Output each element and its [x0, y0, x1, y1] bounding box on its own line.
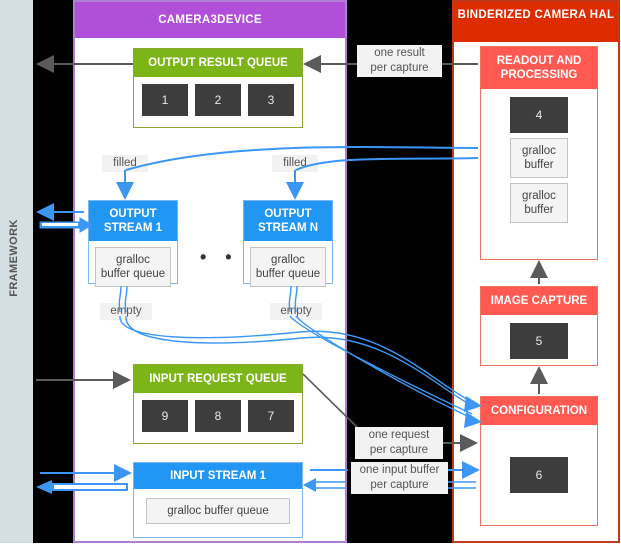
- input-stream-1-gralloc-queue: gralloc buffer queue: [146, 498, 290, 524]
- output-result-queue-chips: 1 2 3: [142, 84, 294, 116]
- readout-gralloc-buffer-1: gralloc buffer: [510, 138, 568, 178]
- readout-and-processing-title: READOUT AND PROCESSING: [481, 47, 597, 89]
- one-input-buffer-line1: one input buffer: [359, 464, 440, 476]
- output-stream-n-gralloc-queue: gralloc buffer queue: [250, 247, 326, 287]
- label-filled-stream1: filled: [102, 155, 148, 172]
- image-capture-chip: 5: [510, 323, 568, 359]
- one-input-buffer-line2: per capture: [370, 479, 429, 491]
- readout-title-line1: READOUT AND: [496, 55, 582, 67]
- readout-chip: 4: [510, 97, 568, 133]
- label-empty-stream1: empty: [100, 303, 152, 320]
- camera3device-header: CAMERA3DEVICE: [75, 2, 345, 38]
- output-stream-n-title-line2: STREAM N: [257, 222, 319, 234]
- input-request-queue-box[interactable]: INPUT REQUEST QUEUE 9 8 7: [133, 364, 303, 444]
- output-stream-1-title-line2: STREAM 1: [103, 222, 163, 234]
- gralloc-line2: buffer queue: [100, 268, 166, 280]
- input-request-queue-title: INPUT REQUEST QUEUE: [134, 365, 302, 393]
- queue-chip: 3: [248, 84, 294, 116]
- output-stream-1-title: OUTPUT STREAM 1: [89, 201, 177, 241]
- configuration-chip: 6: [510, 457, 568, 493]
- readout-gralloc-buffer-2: gralloc buffer: [510, 183, 568, 223]
- label-one-input-buffer-per-capture: one input buffer per capture: [351, 462, 448, 494]
- gralloc-line1: gralloc: [522, 145, 556, 157]
- output-stream-1-title-line1: OUTPUT: [109, 208, 157, 220]
- input-request-queue-chips: 9 8 7: [142, 400, 294, 432]
- gralloc-line2: buffer: [524, 159, 554, 171]
- output-stream-n-box[interactable]: OUTPUT STREAM N gralloc buffer queue: [243, 200, 333, 287]
- output-stream-1-gralloc-queue: gralloc buffer queue: [95, 247, 171, 287]
- configuration-box[interactable]: CONFIGURATION 6: [480, 396, 598, 526]
- gralloc-line1: gralloc: [522, 190, 556, 202]
- output-stream-n-title-line1: OUTPUT: [264, 208, 312, 220]
- gralloc-line2: buffer: [524, 204, 554, 216]
- queue-chip: 1: [142, 84, 188, 116]
- output-result-queue-box[interactable]: OUTPUT RESULT QUEUE 1 2 3: [133, 48, 303, 128]
- one-request-line2: per capture: [369, 444, 429, 456]
- label-filled-streamn: filled: [272, 155, 318, 172]
- queue-chip: 8: [195, 400, 241, 432]
- label-one-request-per-capture: one request per capture: [355, 427, 443, 459]
- queue-chip: 9: [142, 400, 188, 432]
- one-request-line1: one request: [368, 429, 430, 441]
- configuration-title: CONFIGURATION: [481, 397, 597, 425]
- readout-title-line2: PROCESSING: [500, 69, 578, 81]
- black-band-left: [33, 0, 73, 543]
- image-capture-title: IMAGE CAPTURE: [481, 287, 597, 315]
- input-stream-1-box[interactable]: INPUT STREAM 1 gralloc buffer queue: [133, 462, 303, 538]
- one-result-line2: per capture: [370, 62, 429, 74]
- gralloc-line1: gralloc: [271, 254, 305, 266]
- image-capture-box[interactable]: IMAGE CAPTURE 5: [480, 286, 598, 366]
- gralloc-line1: gralloc: [116, 254, 150, 266]
- label-empty-streamn: empty: [270, 303, 322, 320]
- hal-header: BINDERIZED CAMERA HAL: [454, 2, 618, 42]
- input-stream-1-title: INPUT STREAM 1: [134, 463, 302, 489]
- label-one-result-per-capture: one result per capture: [357, 45, 442, 77]
- diagram-root: FRAMEWORK CAMERA3DEVICE BINDERIZED CAMER…: [0, 0, 621, 549]
- framework-label: FRAMEWORK: [8, 219, 20, 297]
- queue-chip: 2: [195, 84, 241, 116]
- gralloc-line2: buffer queue: [255, 268, 321, 280]
- output-stream-1-box[interactable]: OUTPUT STREAM 1 gralloc buffer queue: [88, 200, 178, 287]
- framework-band: FRAMEWORK: [0, 0, 33, 543]
- output-stream-n-title: OUTPUT STREAM N: [244, 201, 332, 241]
- readout-and-processing-box[interactable]: READOUT AND PROCESSING 4 gralloc buffer …: [480, 46, 598, 260]
- one-result-line1: one result: [374, 47, 425, 59]
- output-result-queue-title: OUTPUT RESULT QUEUE: [134, 49, 302, 77]
- queue-chip: 7: [248, 400, 294, 432]
